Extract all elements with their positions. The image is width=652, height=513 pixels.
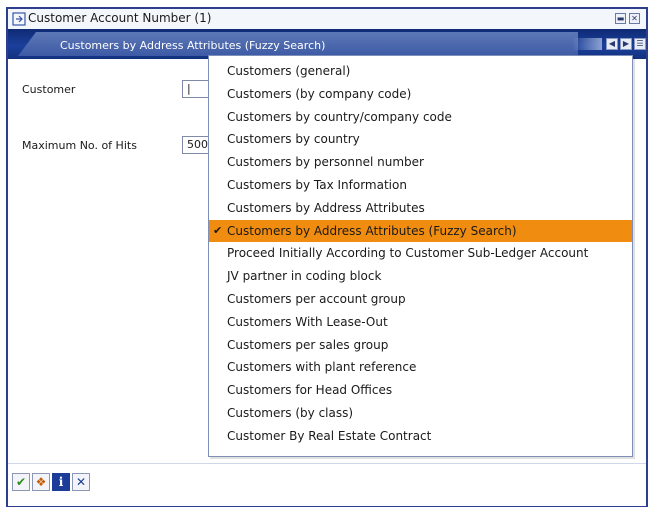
- dropdown-item-label: Customers by country: [227, 132, 360, 147]
- cancel-button[interactable]: ✕: [72, 473, 90, 491]
- dropdown-item-label: Customer By Real Estate Contract: [227, 428, 432, 443]
- window-icon: [12, 12, 26, 26]
- dropdown-item-label: Customers for Head Offices: [227, 383, 393, 398]
- dropdown-item[interactable]: Proceed Initially According to Customer …: [209, 242, 632, 264]
- dropdown-item[interactable]: ✔ Customers by Address Attributes (Fuzzy …: [209, 219, 632, 242]
- title-bar: Customer Account Number (1) ▬ ✕: [8, 9, 646, 30]
- dropdown-item[interactable]: Customers by country/company code: [209, 106, 632, 128]
- dropdown-item-label: Customers with plant reference: [227, 360, 417, 375]
- multiple-selection-button[interactable]: ❖: [32, 473, 50, 491]
- dropdown-item[interactable]: Customers by Tax Information: [209, 174, 632, 196]
- window-title: Customer Account Number (1): [28, 11, 212, 25]
- information-button[interactable]: i: [52, 473, 70, 491]
- customer-label: Customer: [22, 83, 76, 96]
- dropdown-item-label: Proceed Initially According to Customer …: [227, 246, 589, 261]
- minimize-button[interactable]: ▬: [615, 13, 626, 24]
- max-hits-label: Maximum No. of Hits: [22, 139, 137, 152]
- dropdown-item[interactable]: Customers by Address Attributes: [209, 197, 632, 219]
- header-gradient: [572, 38, 602, 50]
- continue-button[interactable]: ✔: [12, 473, 30, 491]
- dropdown-item-label: Customers by Tax Information: [227, 178, 407, 192]
- dropdown-item[interactable]: Customers by country: [209, 128, 632, 150]
- dropdown-item[interactable]: Customers (by company code): [209, 83, 632, 105]
- dropdown-item-label: Customers by personnel number: [227, 155, 424, 170]
- dropdown-item-label: Customers per sales group: [227, 337, 389, 352]
- dropdown-item[interactable]: Customers for Head Offices: [209, 379, 632, 401]
- multiple-selection-icon: ❖: [35, 475, 47, 489]
- tab-scroll-left-button[interactable]: ◀: [606, 38, 618, 50]
- dropdown-item-label: Customers (general): [227, 64, 351, 78]
- search-help-title: Customers by Address Attributes (Fuzzy S…: [60, 39, 326, 52]
- dropdown-item-label: Customers (by company code): [227, 86, 412, 101]
- dropdown-item[interactable]: Customers per account group: [209, 288, 632, 310]
- dropdown-item-label: Customers by Address Attributes: [227, 200, 425, 215]
- continue-check-icon: ✔: [15, 475, 27, 489]
- dropdown-item-label: Customers by country/company code: [227, 109, 452, 124]
- checkmark-icon: ✔: [213, 223, 223, 237]
- close-button[interactable]: ✕: [629, 13, 640, 24]
- cancel-icon: ✕: [75, 475, 87, 489]
- dropdown-item-label: Customers (by class): [227, 406, 354, 420]
- tab-list-button[interactable]: ☰: [634, 38, 646, 50]
- dropdown-item-label: Customers per account group: [227, 292, 406, 306]
- dropdown-item[interactable]: Customers (general): [209, 60, 632, 82]
- dropdown-item[interactable]: Customers by personnel number: [209, 151, 632, 173]
- tab-scroll-right-button[interactable]: ▶: [620, 38, 632, 50]
- footer-toolbar: ✔ ❖ i ✕: [8, 463, 646, 506]
- search-help-dropdown: Customers (general) Customers (by company…: [208, 55, 633, 457]
- dropdown-item-label: Customers by Address Attributes (Fuzzy S…: [227, 223, 517, 238]
- dropdown-item[interactable]: Customers with plant reference: [209, 356, 632, 378]
- dropdown-item-label: Customers With Lease-Out: [227, 314, 388, 329]
- dropdown-item[interactable]: Customers (by class): [209, 402, 632, 424]
- dropdown-item[interactable]: JV partner in coding block: [209, 265, 632, 287]
- information-icon: i: [58, 475, 64, 489]
- dropdown-item[interactable]: Customer By Real Estate Contract: [209, 425, 632, 447]
- dropdown-item[interactable]: Customers per sales group: [209, 334, 632, 356]
- dropdown-item[interactable]: Customers With Lease-Out: [209, 311, 632, 333]
- dropdown-item-label: JV partner in coding block: [227, 269, 382, 284]
